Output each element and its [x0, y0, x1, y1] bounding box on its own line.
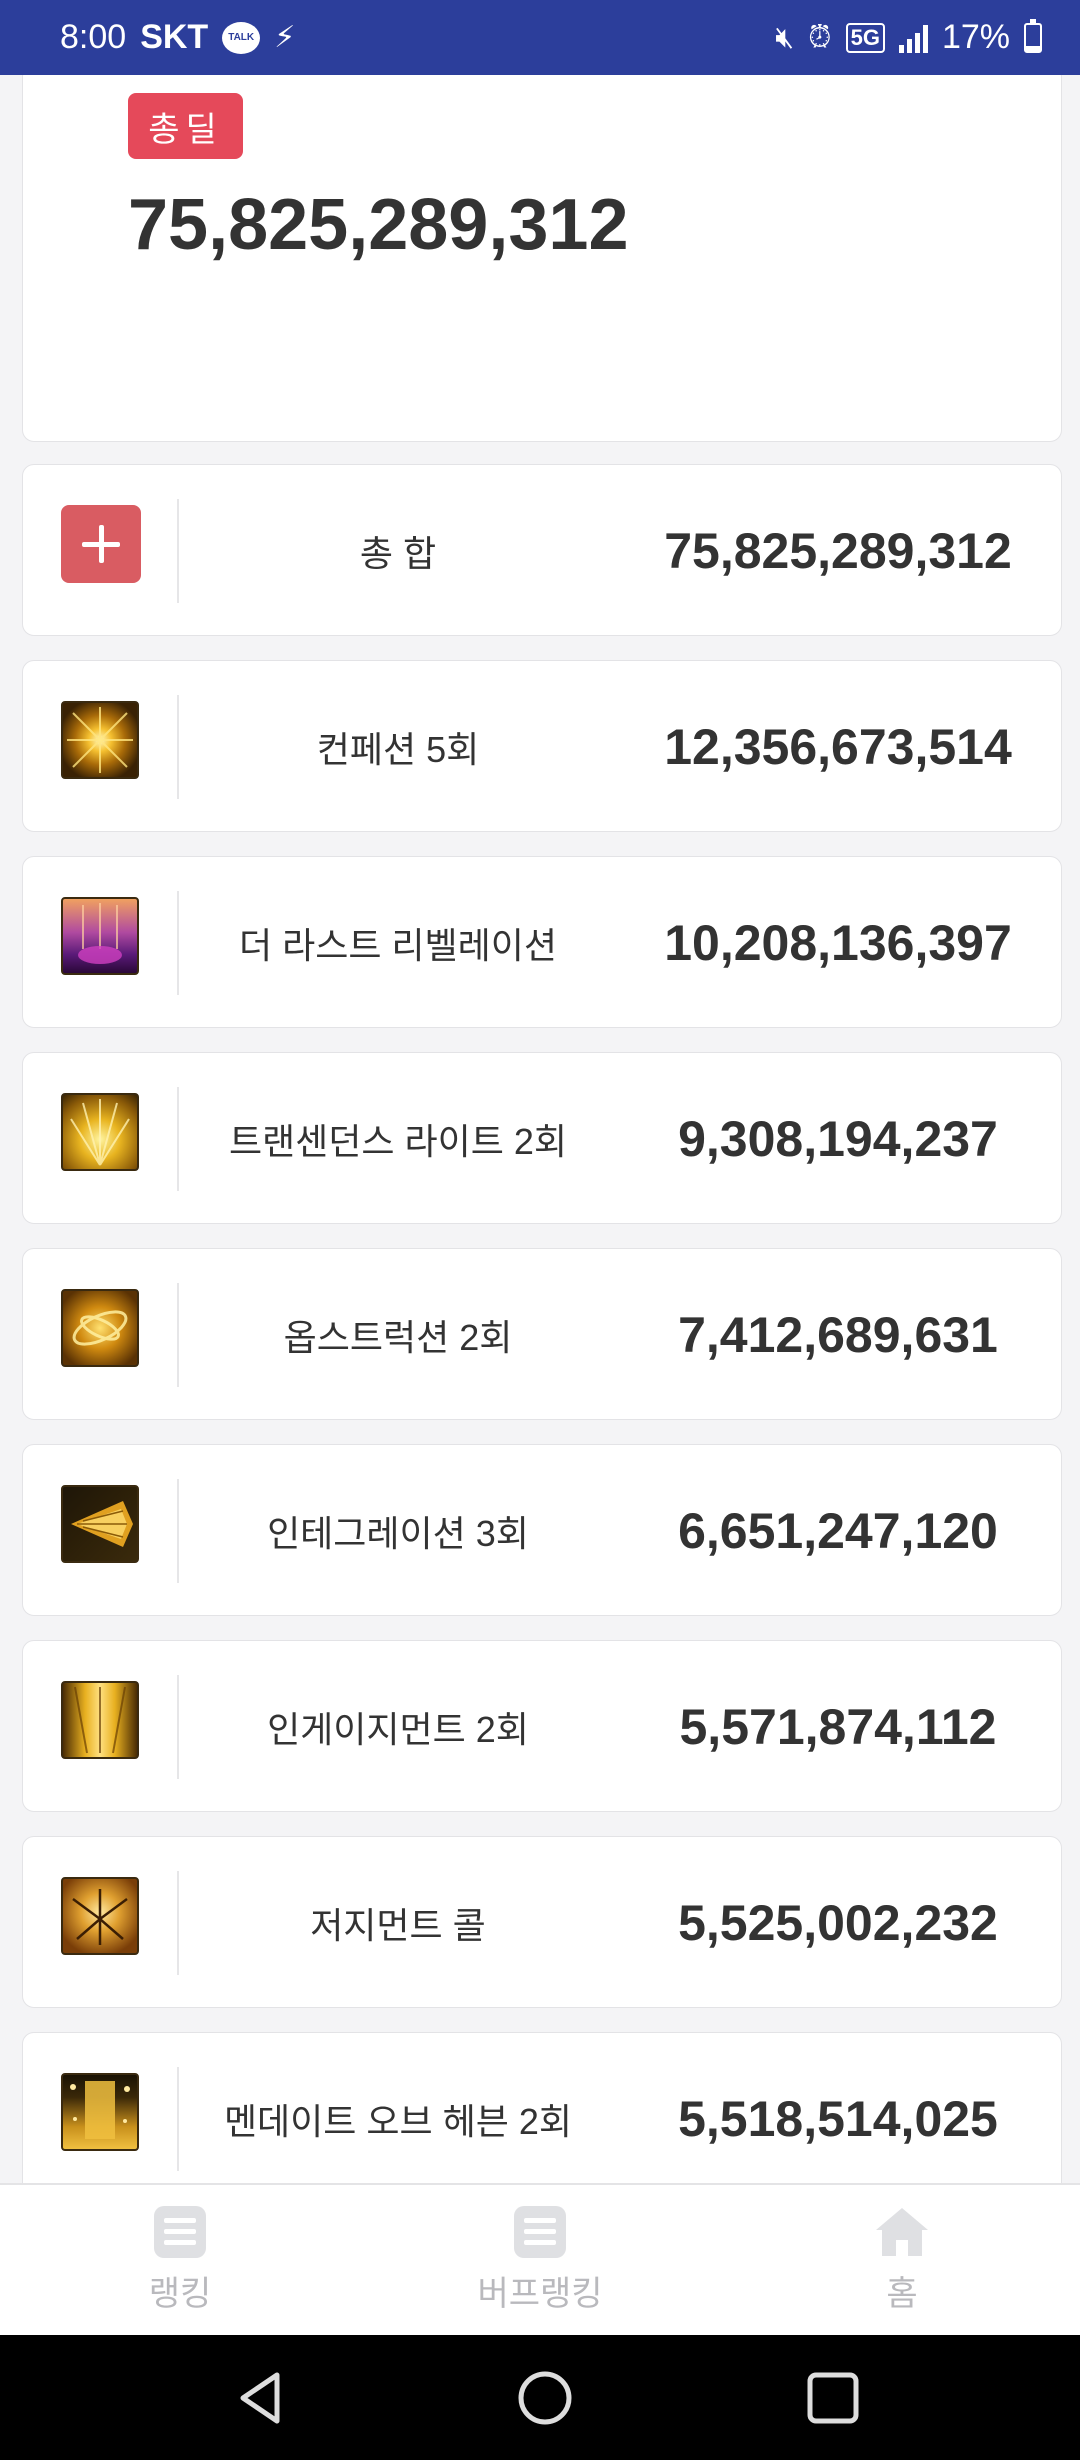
skill-row[interactable]: 저지먼트 콜 5,525,002,232 — [22, 1836, 1062, 2008]
skill-damage: 12,356,673,514 — [664, 719, 1012, 775]
skill-name: 인테그레이션 3회 — [267, 1513, 529, 1554]
last-revelation-skill-icon — [61, 897, 139, 975]
skill-row-total[interactable]: 총 합 75,825,289,312 — [22, 464, 1062, 636]
list-icon — [514, 2205, 566, 2258]
skill-row[interactable]: 더 라스트 리벨레이션 10,208,136,397 — [22, 856, 1062, 1028]
status-right: 🔇︎ ⏰︎ 5G 17% — [775, 18, 1042, 57]
skill-name: 인게이지먼트 2회 — [267, 1709, 529, 1750]
skill-damage: 75,825,289,312 — [664, 523, 1012, 579]
skill-name: 컨페션 5회 — [316, 729, 480, 770]
kakaotalk-icon: TALK — [222, 21, 261, 54]
home-circle-icon[interactable] — [510, 2363, 580, 2433]
v3-icon: ⚡ — [274, 21, 296, 54]
skill-name: 멘데이트 오브 헤븐 2회 — [223, 2101, 573, 2142]
row-divider — [177, 1087, 179, 1191]
row-divider — [177, 2067, 179, 2171]
bottom-nav: 랭킹 버프랭킹 홈 — [0, 2183, 1080, 2335]
transcendence-light-skill-icon — [61, 1093, 139, 1171]
total-damage-value: 75,825,289,312 — [128, 185, 629, 265]
skill-name: 더 라스트 리벨레이션 — [238, 925, 558, 966]
skill-damage: 6,651,247,120 — [678, 1503, 998, 1559]
confession-skill-icon — [61, 701, 139, 779]
back-icon[interactable] — [225, 2363, 295, 2433]
skill-row[interactable]: 트랜센던스 라이트 2회 9,308,194,237 — [22, 1052, 1062, 1224]
battery-icon — [1024, 18, 1042, 53]
total-damage-badge: 총딜 — [128, 93, 243, 159]
skill-name: 트랜센던스 라이트 2회 — [228, 1121, 568, 1162]
plus-icon — [61, 505, 141, 583]
skill-damage: 7,412,689,631 — [678, 1307, 998, 1363]
skill-row[interactable]: 인테그레이션 3회 6,651,247,120 — [22, 1444, 1062, 1616]
signal-icon — [898, 23, 928, 53]
status-time: 8:00 — [60, 18, 127, 56]
nav-ranking-label: 랭킹 — [148, 2274, 212, 2313]
skill-row[interactable]: 인게이지먼트 2회 5,571,874,112 — [22, 1640, 1062, 1812]
5g-icon: 5G — [845, 22, 885, 53]
skill-row[interactable]: 옵스트럭션 2회 7,412,689,631 — [22, 1248, 1062, 1420]
mandate-of-heaven-skill-icon — [61, 2073, 139, 2151]
nav-buff-ranking-label: 버프랭킹 — [477, 2274, 603, 2313]
row-divider — [177, 695, 179, 799]
skill-damage: 9,308,194,237 — [678, 1111, 998, 1167]
engagement-skill-icon — [61, 1681, 139, 1759]
battery-percent: 17% — [941, 18, 1010, 56]
total-damage-card: 총딜 75,825,289,312 — [22, 75, 1062, 442]
skill-damage: 5,571,874,112 — [679, 1699, 997, 1755]
list-icon — [154, 2205, 206, 2258]
content-scroll[interactable]: 총딜 75,825,289,312 총 합 75,825,289,312 컨페션… — [22, 75, 1064, 2183]
skill-name: 총 합 — [359, 533, 437, 574]
nav-buff-ranking[interactable]: 버프랭킹 — [390, 2185, 690, 2335]
row-divider — [177, 1675, 179, 1779]
row-divider — [177, 1283, 179, 1387]
nav-ranking[interactable]: 랭킹 — [30, 2185, 330, 2335]
skill-row[interactable]: 컨페션 5회 12,356,673,514 — [22, 660, 1062, 832]
judgement-call-skill-icon — [61, 1877, 139, 1955]
alarm-icon: ⏰︎ — [808, 20, 832, 54]
skill-damage: 5,525,002,232 — [678, 1895, 998, 1951]
integration-skill-icon — [61, 1485, 139, 1563]
status-bar: 8:00 SKT TALK ⚡ 🔇︎ ⏰︎ 5G 17% — [0, 0, 1080, 75]
skill-damage: 10,208,136,397 — [664, 915, 1012, 971]
nav-home[interactable]: 홈 — [752, 2185, 1052, 2335]
system-nav-bar — [0, 2335, 1080, 2460]
skill-name: 옵스트럭션 2회 — [283, 1317, 513, 1358]
row-divider — [177, 891, 179, 995]
row-divider — [177, 499, 179, 603]
row-divider — [177, 1479, 179, 1583]
obstruction-skill-icon — [61, 1289, 139, 1367]
recents-icon[interactable] — [798, 2363, 868, 2433]
skill-row[interactable]: 멘데이트 오브 헤븐 2회 5,518,514,025 — [22, 2032, 1062, 2183]
row-divider — [177, 1871, 179, 1975]
status-carrier: SKT — [140, 18, 209, 56]
status-left: 8:00 SKT TALK ⚡ — [60, 18, 295, 57]
home-icon — [874, 2206, 930, 2258]
nav-home-label: 홈 — [886, 2274, 918, 2313]
skill-name: 저지먼트 콜 — [310, 1905, 486, 1946]
skill-damage: 5,518,514,025 — [678, 2091, 998, 2147]
mute-icon: 🔇︎ — [775, 20, 795, 54]
